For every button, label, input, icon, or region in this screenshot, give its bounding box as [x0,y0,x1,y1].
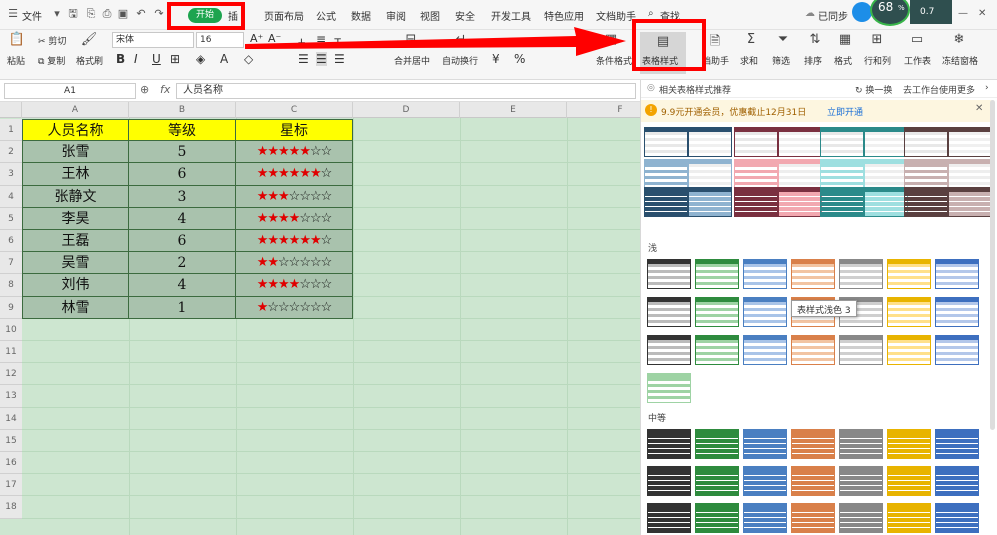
annotation-arrow [245,27,626,56]
arrow-shape [245,27,626,56]
